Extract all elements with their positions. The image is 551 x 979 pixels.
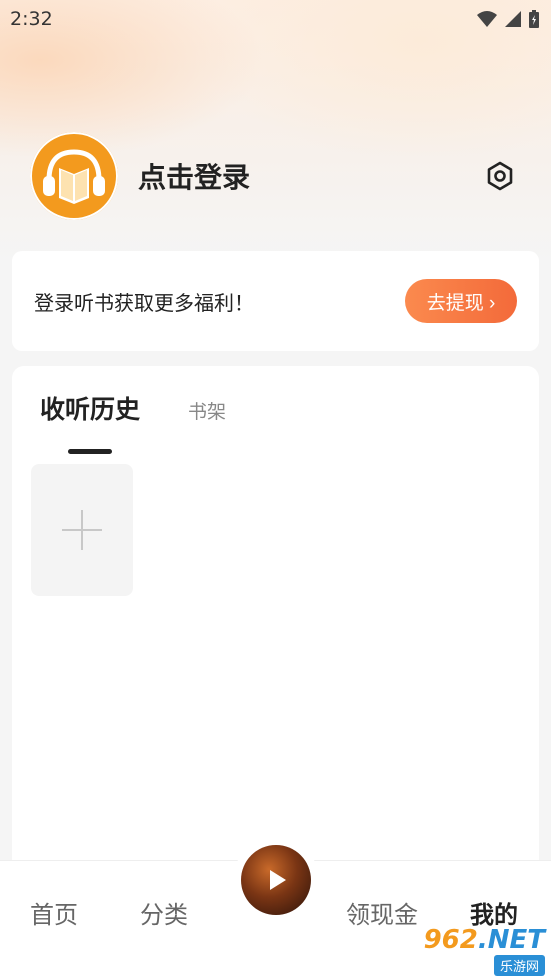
headphone-book-icon bbox=[43, 149, 105, 204]
battery-icon bbox=[529, 10, 539, 28]
status-icons bbox=[477, 10, 539, 28]
promo-text: 登录听书获取更多福利！ bbox=[34, 290, 254, 315]
play-icon bbox=[270, 870, 286, 890]
nav-home[interactable]: 首页 bbox=[30, 895, 78, 930]
tab-bar: 收听历史 书架 bbox=[40, 390, 226, 454]
profile-header: 点击登录 bbox=[30, 132, 530, 220]
header-background bbox=[0, 0, 551, 260]
history-card: 收听历史 书架 bbox=[12, 366, 539, 886]
status-time: 2:32 bbox=[10, 8, 53, 30]
settings-icon bbox=[487, 161, 513, 191]
tab-bookshelf[interactable]: 书架 bbox=[188, 397, 226, 426]
settings-button[interactable] bbox=[480, 156, 520, 196]
wifi-icon bbox=[477, 11, 497, 27]
album-cover bbox=[241, 845, 311, 915]
mini-player[interactable] bbox=[233, 837, 319, 923]
tab-indicator bbox=[68, 449, 112, 454]
tab-listening-history[interactable]: 收听历史 bbox=[40, 390, 141, 454]
signal-icon bbox=[505, 11, 521, 27]
tab-label: 收听历史 bbox=[40, 395, 141, 424]
login-link[interactable]: 点击登录 bbox=[138, 156, 250, 196]
add-book-tile[interactable] bbox=[31, 464, 133, 596]
nav-earn-cash[interactable]: 领现金 bbox=[346, 895, 418, 930]
status-bar: 2:32 bbox=[0, 0, 551, 38]
avatar[interactable] bbox=[30, 132, 118, 220]
plus-icon bbox=[62, 510, 102, 550]
withdraw-button[interactable]: 去提现 › bbox=[405, 279, 517, 323]
promo-card: 登录听书获取更多福利！ 去提现 › bbox=[12, 251, 539, 351]
nav-category[interactable]: 分类 bbox=[140, 895, 188, 930]
watermark-logo: 962.NET 乐游网 bbox=[423, 924, 545, 976]
